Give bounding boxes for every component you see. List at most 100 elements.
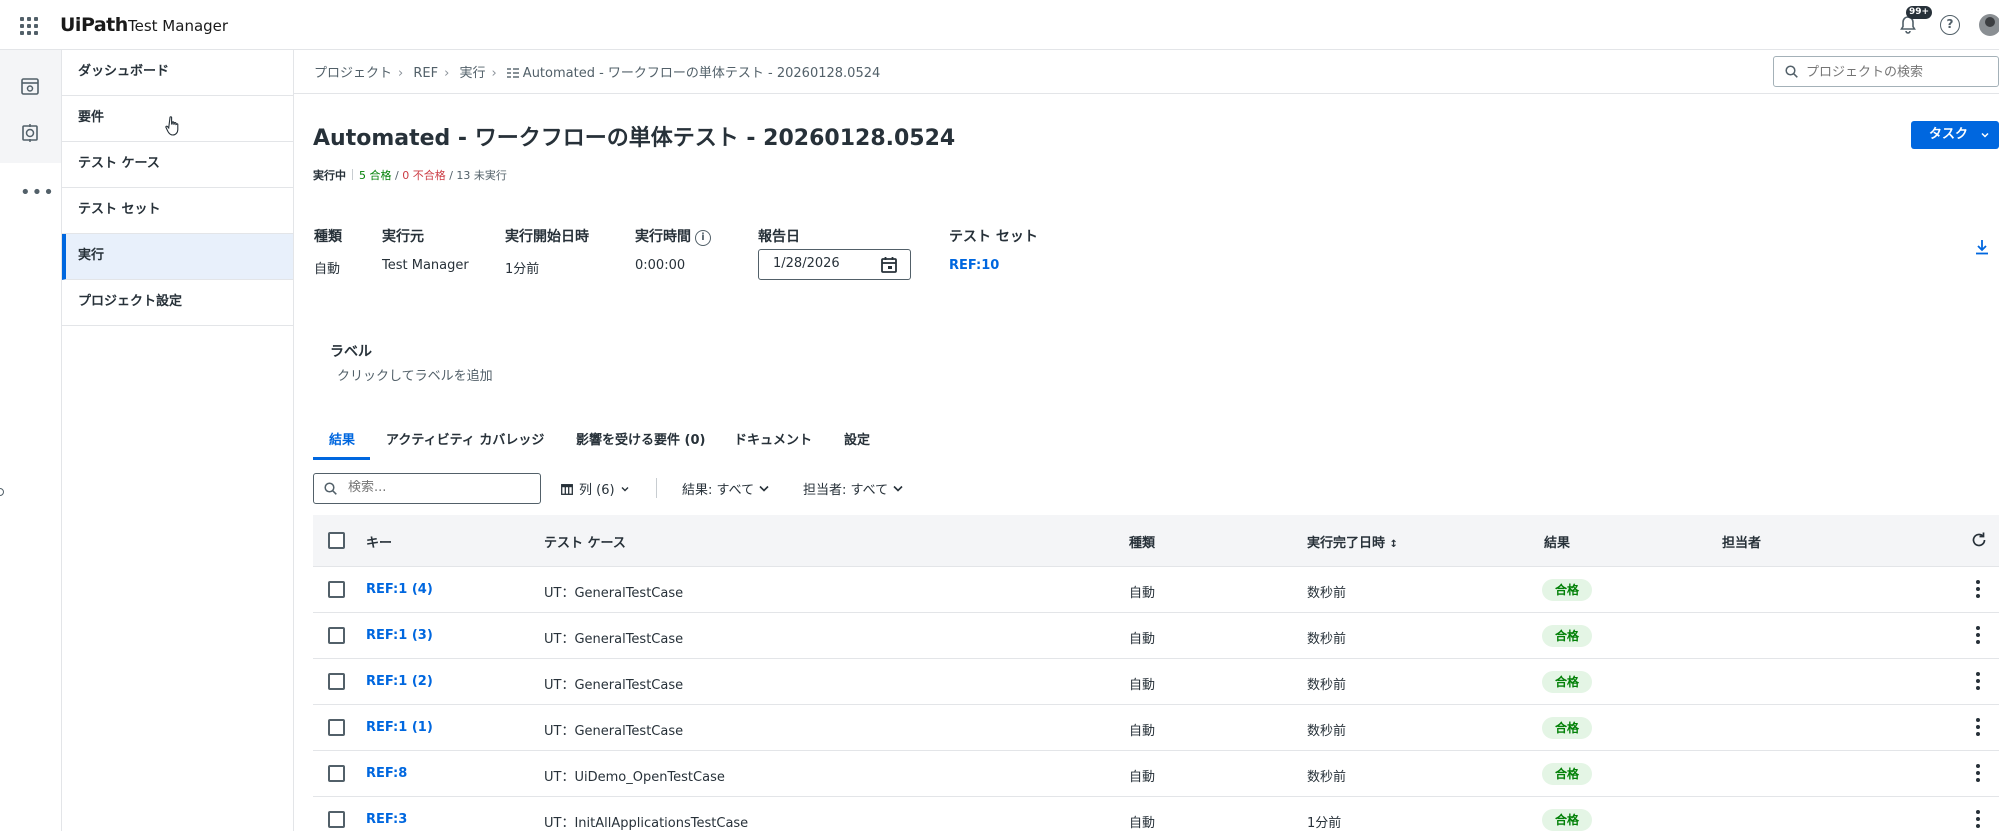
refresh-icon[interactable] (1970, 531, 1988, 549)
status-failed: 0 不合格 (402, 169, 446, 182)
table-row[interactable]: REF:3 UT：InitAllApplicationsTestCase 自動 … (313, 797, 1999, 831)
test-set-label: テスト セット (949, 229, 1038, 245)
tab-affected-requirements[interactable]: 影響を受ける要件 (0) (576, 428, 705, 460)
duration-label-wrap: 実行時間 i (635, 226, 711, 246)
tab-settings[interactable]: 設定 (844, 428, 870, 460)
assignee-filter[interactable]: 担当者: すべて (803, 479, 903, 498)
breadcrumb-projects[interactable]: プロジェクト (314, 66, 392, 81)
row-checkbox[interactable] (328, 581, 345, 598)
chevron-down-icon (1981, 132, 1989, 138)
source-label: 実行元 (382, 229, 424, 245)
tab-activity-coverage[interactable]: アクティビティ カバレッジ (386, 428, 544, 460)
table-row[interactable]: REF:1 (3) UT：GeneralTestCase 自動 数秒前 合格 (313, 613, 1999, 659)
sidebar: ダッシュボード 要件 テスト ケース テスト セット 実行 プロジェクト設定 (62, 50, 294, 831)
header-divider (294, 93, 1999, 94)
task-button[interactable]: タスク (1911, 121, 1999, 149)
column-key[interactable]: キー (366, 532, 392, 551)
sidebar-item-dashboard[interactable]: ダッシュボード (62, 50, 293, 96)
row-checkbox[interactable] (328, 765, 345, 782)
status-badge: 合格 (1542, 717, 1593, 739)
status-not-run: 13 未実行 (456, 169, 507, 182)
uipath-logo[interactable]: UiPath (60, 14, 128, 36)
top-bar: UiPath Test Manager 99+ ? (0, 0, 1999, 50)
sort-icon[interactable]: ↕ (1390, 539, 1398, 550)
row-key-link[interactable]: REF:1 (2) (366, 674, 433, 689)
assignee-filter-label: 担当者: すべて (803, 483, 889, 498)
report-date-picker (758, 249, 911, 280)
row-checkbox[interactable] (328, 811, 345, 828)
columns-button-label: 列 (6) (579, 483, 615, 498)
table-row[interactable]: REF:8 UT：UiDemo_OpenTestCase 自動 数秒前 合格 (313, 751, 1999, 797)
report-date-input[interactable] (773, 256, 873, 271)
column-finished[interactable]: 実行完了日時 ↕ (1307, 532, 1398, 551)
page-title: Automated - ワークフローの単体テスト - 20260128.0524 (313, 126, 956, 151)
download-icon[interactable] (1974, 238, 1990, 256)
row-checkbox[interactable] (328, 719, 345, 736)
status-badge: 合格 (1542, 809, 1593, 831)
row-test-case: UT：GeneralTestCase (544, 678, 684, 693)
chevron-down-icon (621, 487, 629, 492)
columns-button[interactable]: 列 (6) (561, 479, 630, 498)
select-all-checkbox[interactable] (328, 532, 345, 549)
breadcrumb-executions[interactable]: 実行 (459, 66, 485, 81)
execution-status: 実行中 5 合格 / 0 不合格 / 13 未実行 (313, 169, 507, 182)
more-icon[interactable]: ••• (20, 184, 55, 202)
chevron-down-icon (893, 485, 903, 492)
test-set-link[interactable]: REF:10 (949, 258, 999, 273)
column-result[interactable]: 結果 (1544, 532, 1570, 551)
start-value: 1分前 (505, 262, 540, 277)
row-key-link[interactable]: REF:1 (3) (366, 628, 433, 643)
results-search-input[interactable] (348, 480, 533, 495)
project-icon[interactable] (19, 75, 41, 97)
collapse-handle-icon[interactable] (0, 488, 4, 496)
row-finished: 数秒前 (1307, 678, 1347, 693)
row-finished: 1分前 (1307, 816, 1342, 831)
sidebar-item-test-sets[interactable]: テスト セット (62, 188, 293, 234)
row-menu-icon[interactable] (1975, 626, 1981, 646)
project-search-input[interactable] (1806, 63, 1991, 81)
row-key-link[interactable]: REF:8 (366, 766, 407, 781)
row-key-link[interactable]: REF:1 (4) (366, 582, 433, 597)
breadcrumb-ref[interactable]: REF (413, 66, 438, 81)
labels-title: ラベル (330, 344, 372, 360)
row-checkbox[interactable] (328, 673, 345, 690)
product-name: Test Manager (128, 17, 229, 35)
target-icon[interactable] (19, 122, 41, 144)
row-menu-icon[interactable] (1975, 672, 1981, 692)
result-filter[interactable]: 結果: すべて (682, 479, 769, 498)
left-rail: ••• (0, 50, 62, 831)
help-icon[interactable]: ? (1940, 15, 1960, 35)
tab-results[interactable]: 結果 (329, 428, 355, 460)
info-icon[interactable]: i (695, 230, 711, 246)
row-key-link[interactable]: REF:1 (1) (366, 720, 433, 735)
sidebar-item-project-settings[interactable]: プロジェクト設定 (62, 280, 293, 326)
report-date-label: 報告日 (758, 229, 800, 245)
column-assignee[interactable]: 担当者 (1722, 532, 1761, 551)
row-test-case: UT：InitAllApplicationsTestCase (544, 816, 749, 831)
app-launcher-icon[interactable] (20, 17, 38, 35)
status-state: 実行中 (313, 169, 346, 182)
row-menu-icon[interactable] (1975, 764, 1981, 784)
table-row[interactable]: REF:1 (2) UT：GeneralTestCase 自動 数秒前 合格 (313, 659, 1999, 705)
row-key-link[interactable]: REF:3 (366, 812, 407, 827)
tab-documents[interactable]: ドキュメント (734, 428, 812, 460)
row-menu-icon[interactable] (1975, 718, 1981, 738)
row-menu-icon[interactable] (1975, 810, 1981, 830)
row-menu-icon[interactable] (1975, 580, 1981, 600)
avatar[interactable] (1979, 14, 1999, 36)
row-checkbox[interactable] (328, 627, 345, 644)
table-row[interactable]: REF:1 (1) UT：GeneralTestCase 自動 数秒前 合格 (313, 705, 1999, 751)
sidebar-item-test-cases[interactable]: テスト ケース (62, 142, 293, 188)
table-row[interactable]: REF:1 (4) UT：GeneralTestCase 自動 数秒前 合格 (313, 567, 1999, 613)
row-test-case: UT：UiDemo_OpenTestCase (544, 770, 725, 785)
chevron-down-icon (759, 485, 769, 492)
row-finished: 数秒前 (1307, 770, 1347, 785)
sidebar-item-executions[interactable]: 実行 (62, 234, 293, 280)
toolbar-divider (656, 478, 657, 498)
rail-top-section (0, 50, 61, 163)
add-label-link[interactable]: クリックしてラベルを追加 (337, 365, 493, 384)
column-type[interactable]: 種類 (1129, 532, 1155, 551)
columns-icon (561, 484, 573, 495)
column-test-case[interactable]: テスト ケース (544, 532, 626, 551)
calendar-icon[interactable] (880, 256, 898, 274)
